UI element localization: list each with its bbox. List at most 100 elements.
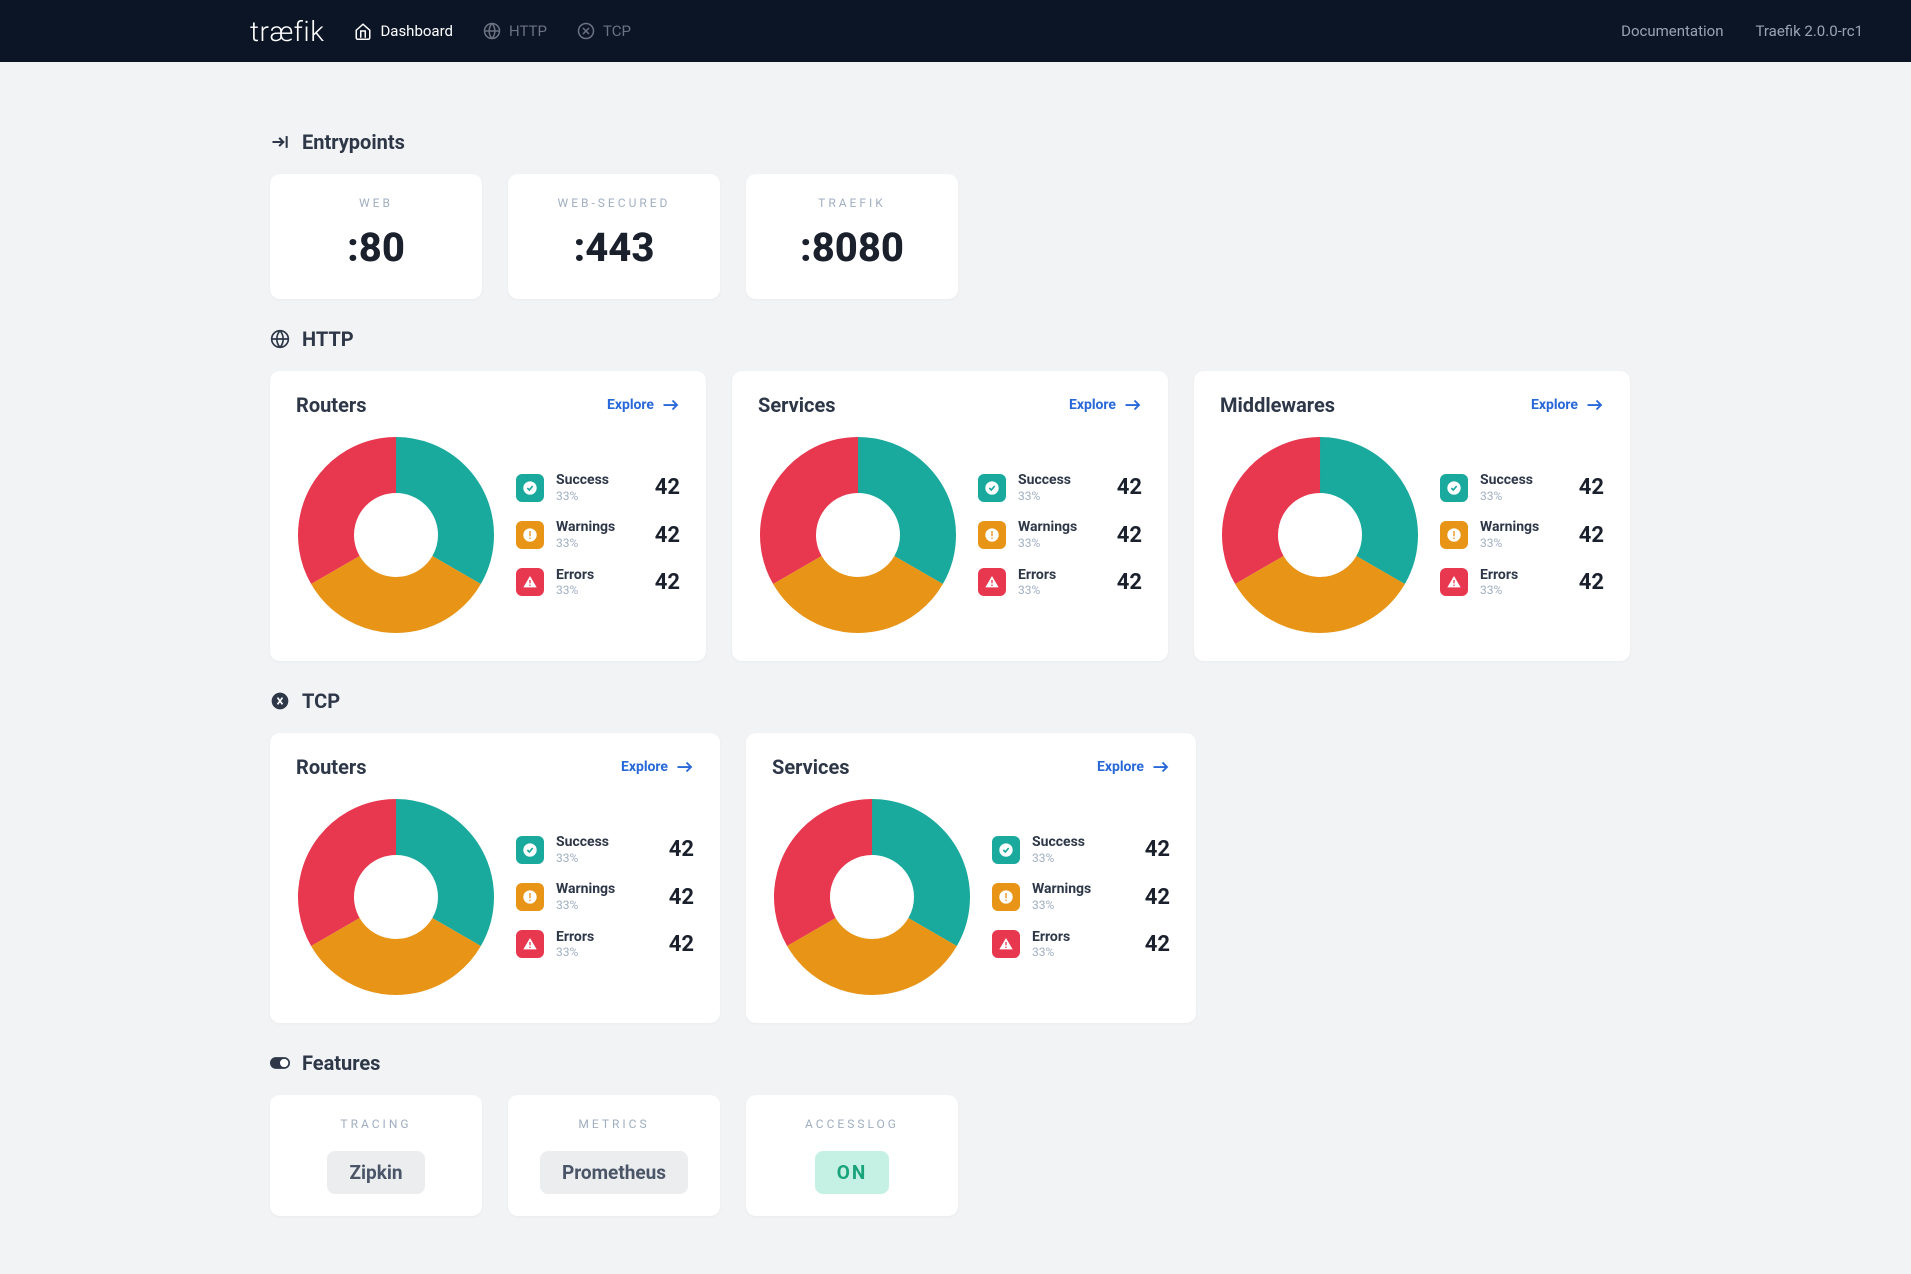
tcp-cards-row: RoutersExploreSuccess33%42Warnings33%42E… — [270, 733, 1630, 1023]
stat-head: MiddlewaresExplore — [1220, 393, 1604, 417]
nav-items: Dashboard HTTP TCP — [354, 22, 631, 40]
home-icon — [354, 22, 372, 40]
success-icon — [1440, 474, 1468, 502]
legend-row-warnings: Warnings33%42 — [516, 881, 694, 912]
explore-link[interactable]: Explore — [607, 397, 680, 413]
errors-icon — [1440, 568, 1468, 596]
legend-text: Success33% — [1480, 472, 1567, 503]
legend: Success33%42Warnings33%42Errors33%42 — [978, 472, 1142, 598]
stat-head: Routers Explore — [296, 393, 680, 417]
explore-link[interactable]: Explore — [621, 759, 694, 775]
documentation-link[interactable]: Documentation — [1621, 22, 1723, 40]
legend-row-success: Success33%42 — [978, 472, 1142, 503]
legend-pct: 33% — [1018, 489, 1105, 503]
main-container: Entrypoints WEB :80 WEB-SECURED :443 TRA… — [250, 62, 1650, 1256]
explore-link[interactable]: Explore — [1531, 397, 1604, 413]
legend-label: Success — [556, 834, 657, 851]
feature-value: ON — [815, 1151, 890, 1194]
legend-label: Success — [1032, 834, 1133, 851]
errors-icon — [992, 930, 1020, 958]
legend-pct: 33% — [1480, 536, 1567, 550]
legend-pct: 33% — [1032, 898, 1133, 912]
legend-row-warnings: Warnings33%42 — [992, 881, 1170, 912]
success-icon — [516, 474, 544, 502]
legend-pct: 33% — [556, 898, 657, 912]
legend-label: Success — [1480, 472, 1567, 489]
entrypoint-name: TRAEFIK — [746, 196, 958, 210]
arrow-in-icon — [270, 132, 290, 152]
stat-body: Success33%42Warnings33%42Errors33%42 — [296, 797, 694, 997]
nav-dashboard[interactable]: Dashboard — [354, 22, 453, 40]
stat-title: Services — [758, 393, 836, 417]
stat-head: ServicesExplore — [772, 755, 1170, 779]
entrypoint-card[interactable]: TRAEFIK :8080 — [746, 174, 958, 299]
legend-pct: 33% — [1018, 536, 1105, 550]
entrypoint-name: WEB-SECURED — [508, 196, 720, 210]
legend-label: Errors — [556, 567, 643, 584]
explore-link[interactable]: Explore — [1097, 759, 1170, 775]
entrypoints-row: WEB :80 WEB-SECURED :443 TRAEFIK :8080 — [270, 174, 1630, 299]
entrypoint-port: :443 — [508, 224, 720, 271]
stat-title: Routers — [296, 393, 366, 417]
feature-value: Zipkin — [327, 1151, 424, 1194]
legend-val: 42 — [655, 570, 680, 595]
legend-text: Errors33% — [556, 929, 657, 960]
legend-pct: 33% — [556, 489, 643, 503]
legend-val: 42 — [1117, 523, 1142, 548]
legend-label: Warnings — [1018, 519, 1105, 536]
legend-val: 42 — [669, 932, 694, 957]
legend-label: Warnings — [1480, 519, 1567, 536]
legend: Success33%42Warnings33%42Errors33%42 — [516, 472, 680, 598]
features-row: TRACING Zipkin METRICS Prometheus ACCESS… — [270, 1095, 1630, 1216]
stat-body: Success33%42Warnings33%42Errors33%42 — [296, 435, 680, 635]
nav-label: Dashboard — [380, 22, 453, 40]
explore-link[interactable]: Explore — [1069, 397, 1142, 413]
entrypoint-card[interactable]: WEB :80 — [270, 174, 482, 299]
stat-head: Services Explore — [758, 393, 1142, 417]
section-tcp-header: TCP — [270, 689, 1630, 713]
nav-http[interactable]: HTTP — [483, 22, 547, 40]
legend-row-success: Success33%42 — [516, 472, 680, 503]
donut-chart — [296, 797, 496, 997]
stat-card: RoutersExploreSuccess33%42Warnings33%42E… — [270, 371, 706, 661]
legend-label: Errors — [556, 929, 657, 946]
legend-pct: 33% — [556, 536, 643, 550]
nav-tcp[interactable]: TCP — [577, 22, 631, 40]
entrypoint-card[interactable]: WEB-SECURED :443 — [508, 174, 720, 299]
feature-name: TRACING — [270, 1117, 482, 1131]
legend-pct: 33% — [556, 583, 643, 597]
errors-icon — [516, 930, 544, 958]
donut-chart — [772, 797, 972, 997]
tcp-icon — [270, 691, 290, 711]
explore-label: Explore — [1531, 397, 1578, 413]
explore-label: Explore — [1069, 397, 1116, 413]
legend-text: Warnings33% — [1480, 519, 1567, 550]
globe-icon — [483, 22, 501, 40]
legend-label: Errors — [1018, 567, 1105, 584]
legend-pct: 33% — [1480, 583, 1567, 597]
legend-text: Success33% — [1032, 834, 1133, 865]
section-entrypoints-header: Entrypoints — [270, 130, 1630, 154]
stat-body: Success33%42Warnings33%42Errors33%42 — [772, 797, 1170, 997]
feature-name: ACCESSLOG — [746, 1117, 958, 1131]
arrow-right-icon — [676, 761, 694, 773]
legend-text: Warnings33% — [556, 881, 657, 912]
legend-label: Warnings — [556, 519, 643, 536]
legend-val: 42 — [655, 523, 680, 548]
legend-text: Errors33% — [1032, 929, 1133, 960]
stat-card: ServicesExploreSuccess33%42Warnings33%42… — [746, 733, 1196, 1023]
legend-pct: 33% — [556, 851, 657, 865]
version-link[interactable]: Traefik 2.0.0-rc1 — [1755, 22, 1863, 40]
warnings-icon — [978, 521, 1006, 549]
legend-label: Warnings — [556, 881, 657, 898]
donut-chart — [1220, 435, 1420, 635]
section-title: Entrypoints — [302, 130, 405, 154]
legend-text: Warnings33% — [1018, 519, 1105, 550]
success-icon — [516, 836, 544, 864]
legend-row-warnings: Warnings33%42 — [1440, 519, 1604, 550]
stat-card: ServicesExploreSuccess33%42Warnings33%42… — [732, 371, 1168, 661]
arrow-right-icon — [662, 399, 680, 411]
legend-row-errors: Errors33% 42 — [516, 567, 680, 598]
tcp-icon — [577, 22, 595, 40]
legend-val: 42 — [1117, 570, 1142, 595]
